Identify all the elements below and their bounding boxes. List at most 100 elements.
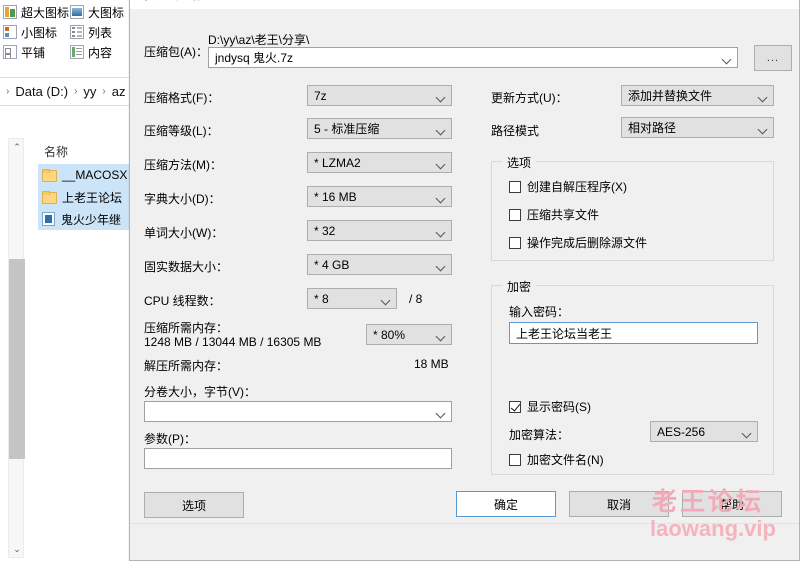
vertical-scrollbar[interactable]: ⌃ ⌄: [8, 138, 25, 558]
memory-usage-percent-select[interactable]: * 80%: [366, 324, 452, 345]
close-icon[interactable]: ✕: [753, 0, 799, 9]
encryption-group-title: 加密: [502, 278, 537, 295]
extra-large-icons-icon: [3, 5, 17, 19]
cancel-button[interactable]: 取消: [569, 491, 669, 517]
options-group: 选项 创建自解压程序(X) 压缩共享文件 操作完成后删除源文件: [491, 154, 774, 261]
ok-button[interactable]: 确定: [456, 491, 556, 517]
view-small-icons-label: 小图标: [21, 25, 58, 40]
checkbox-create-sfx[interactable]: 创建自解压程序(X): [509, 178, 627, 195]
path-mode-label: 路径模式: [491, 124, 540, 138]
level-select[interactable]: 5 - 标准压缩: [307, 118, 452, 139]
path-mode-select[interactable]: 相对路径: [621, 117, 774, 138]
options-button[interactable]: 选项: [144, 492, 244, 518]
breadcrumb-item-az[interactable]: az: [112, 84, 126, 99]
method-label: 压缩方法(M)：: [144, 158, 222, 172]
scroll-up-arrow-icon[interactable]: ⌃: [9, 139, 25, 155]
volume-size-input[interactable]: [144, 401, 452, 422]
scrollbar-thumb[interactable]: [9, 259, 25, 459]
view-extra-large-icons[interactable]: 超大图标: [2, 2, 70, 22]
breadcrumb-sep-1: ›: [74, 86, 78, 97]
dictionary-size-label: 字典大小(D)：: [144, 192, 221, 206]
archive-label: 压缩包(A)：: [144, 45, 208, 59]
content-view-icon: [70, 45, 84, 59]
cpu-threads-value: * 8: [314, 291, 329, 306]
view-tiles-label: 平铺: [21, 45, 46, 60]
solid-block-size-value: * 4 GB: [314, 257, 350, 272]
small-icons-icon: [3, 25, 17, 39]
list-item-label: 上老王论坛: [62, 190, 123, 205]
view-content-label: 内容: [88, 45, 113, 60]
checkbox-box-icon: [509, 208, 521, 221]
path-mode-value: 相对路径: [628, 121, 677, 135]
dialog-title: 添加到压缩包: [140, 0, 212, 3]
solid-block-size-label: 固实数据大小：: [144, 260, 229, 274]
update-mode-select[interactable]: 添加并替换文件: [621, 85, 774, 106]
password-value: 上老王论坛当老王: [516, 326, 613, 341]
word-size-label: 单词大小(W)：: [144, 226, 224, 240]
view-list-label: 列表: [88, 25, 113, 40]
checkbox-box-icon: [509, 453, 521, 466]
view-list[interactable]: 列表: [69, 22, 133, 42]
list-item-label: __MACOSX: [62, 168, 128, 182]
level-value: 5 - 标准压缩: [314, 122, 380, 136]
memory-compress-value: 1248 MB / 13044 MB / 16305 MB: [144, 335, 322, 349]
scroll-down-arrow-icon[interactable]: ⌄: [9, 541, 25, 557]
password-input[interactable]: 上老王论坛当老王: [509, 322, 758, 344]
breadcrumb-item-yy[interactable]: yy: [83, 84, 96, 99]
view-content[interactable]: 内容: [69, 42, 133, 62]
format-select[interactable]: 7z: [307, 85, 452, 106]
parameters-label: 参数(P)：: [144, 432, 196, 446]
archive-name-value: jndysq 鬼火.7z: [215, 51, 294, 65]
method-select[interactable]: * LZMA2: [307, 152, 452, 173]
dialog-body: 压缩包(A)： D:\yy\az\老王\分享\ jndysq 鬼火.7z ...…: [130, 9, 799, 560]
checkbox-delete-after-label: 操作完成后删除源文件: [527, 236, 648, 250]
parameters-input[interactable]: [144, 448, 452, 469]
folder-icon: [42, 191, 57, 204]
dictionary-size-value: * 16 MB: [314, 189, 357, 204]
solid-block-size-select[interactable]: * 4 GB: [307, 254, 452, 275]
password-label: 输入密码：: [509, 305, 570, 319]
cpu-threads-max: / 8: [409, 292, 423, 306]
memory-decompress-value: 18 MB: [414, 357, 449, 371]
checkbox-encrypt-filenames-label: 加密文件名(N): [527, 453, 604, 467]
view-small-icons[interactable]: 小图标: [2, 22, 66, 42]
checkbox-create-sfx-label: 创建自解压程序(X): [527, 180, 627, 194]
update-mode-value: 添加并替换文件: [628, 89, 713, 103]
volume-size-label: 分卷大小，字节(V)：: [144, 385, 256, 399]
tiles-view-icon: [3, 45, 17, 59]
encryption-algorithm-label: 加密算法：: [509, 428, 570, 442]
encryption-algorithm-select[interactable]: AES-256: [650, 421, 758, 442]
cpu-threads-label: CPU 线程数：: [144, 294, 221, 308]
checkbox-show-password-label: 显示密码(S): [527, 400, 591, 414]
document-icon: [42, 212, 55, 226]
checkbox-delete-after[interactable]: 操作完成后删除源文件: [509, 234, 647, 251]
dialog-title-bar: 添加到压缩包: [130, 0, 799, 9]
archive-name-input[interactable]: jndysq 鬼火.7z: [208, 47, 738, 68]
archive-path-text: D:\yy\az\老王\分享\: [208, 33, 310, 47]
browse-button[interactable]: ...: [754, 45, 792, 71]
cpu-threads-select[interactable]: * 8: [307, 288, 397, 309]
screen-root: 超大图标 大图标 小图标 列表 平铺 内容 › Data (D:) › yy ›…: [0, 0, 800, 561]
checkbox-encrypt-filenames[interactable]: 加密文件名(N): [509, 451, 604, 468]
word-size-value: * 32: [314, 223, 336, 238]
checkbox-box-icon: [509, 180, 521, 193]
breadcrumb-sep-2: ›: [102, 86, 106, 97]
help-button[interactable]: 帮助: [682, 491, 782, 517]
checkbox-compress-shared[interactable]: 压缩共享文件: [509, 206, 599, 223]
view-extra-large-icons-label: 超大图标: [21, 5, 70, 20]
large-icons-icon: [70, 5, 84, 19]
format-label: 压缩格式(F)：: [144, 91, 220, 105]
view-tiles[interactable]: 平铺: [2, 42, 66, 62]
options-group-title: 选项: [502, 154, 537, 171]
view-large-icons[interactable]: 大图标: [69, 2, 133, 22]
folder-icon: [42, 169, 57, 182]
list-item-label: 鬼火少年继: [61, 212, 122, 227]
format-value: 7z: [314, 88, 327, 103]
breadcrumb-item-data-d[interactable]: Data (D:): [15, 84, 68, 99]
checkbox-box-icon: [509, 400, 521, 413]
word-size-select[interactable]: * 32: [307, 220, 452, 241]
dictionary-size-select[interactable]: * 16 MB: [307, 186, 452, 207]
checkbox-show-password[interactable]: 显示密码(S): [509, 398, 591, 415]
method-value: * LZMA2: [314, 155, 361, 170]
update-mode-label: 更新方式(U)：: [491, 91, 568, 105]
